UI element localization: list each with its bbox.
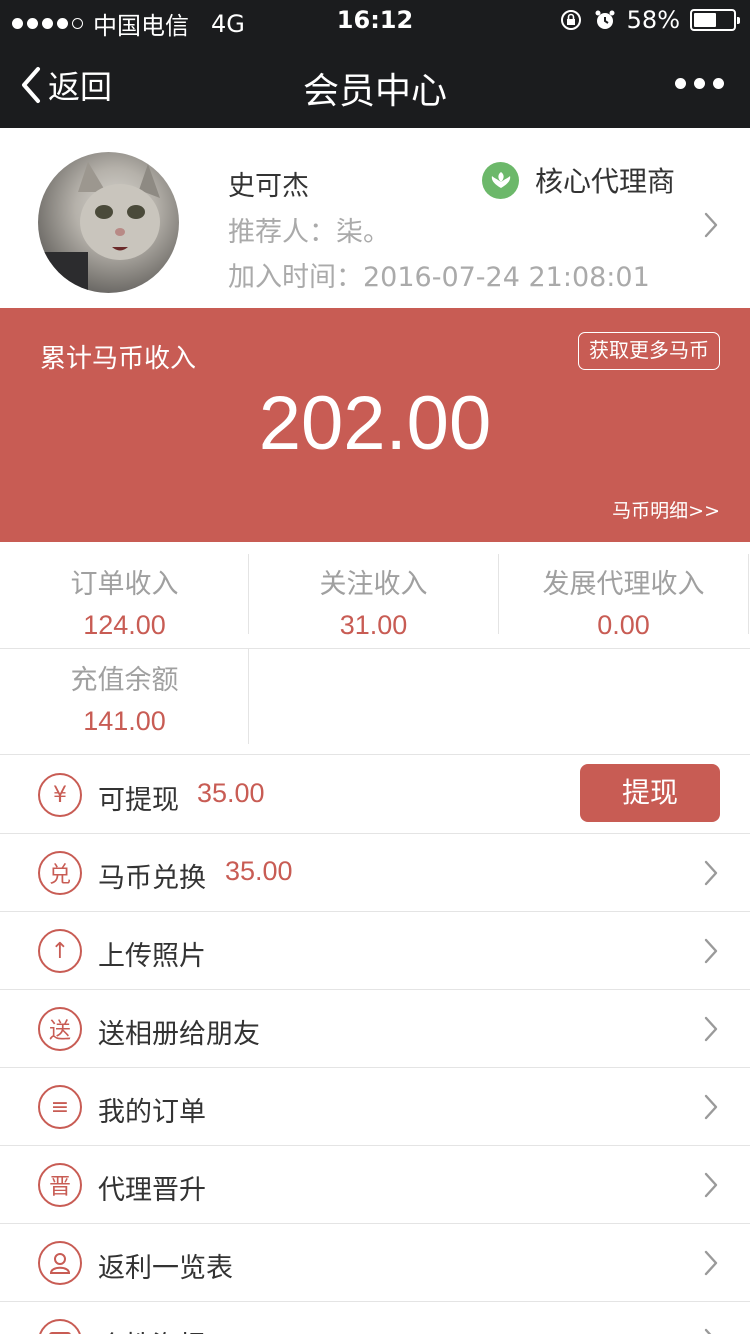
alarm-icon (593, 8, 617, 32)
battery-percent: 58% (626, 6, 680, 34)
chevron-right-icon (704, 860, 718, 891)
level-badge-icon (482, 161, 519, 199)
upload-arrow-icon: ↑ (38, 929, 82, 973)
chevron-right-icon (704, 1172, 718, 1203)
menu-item-coin-exchange[interactable]: 兑 马币兑换 35.00 (0, 834, 750, 912)
page-title: 会员中心 (302, 71, 447, 112)
stat-value: 31.00 (339, 610, 408, 640)
divider (248, 648, 249, 744)
menu-item-upload-photo[interactable]: ↑ 上传照片 (0, 912, 750, 990)
chevron-right-icon (704, 1250, 718, 1281)
nav-bar: 返回 会员中心 (0, 40, 750, 128)
divider (748, 554, 749, 634)
status-bar: 中国电信 4G 16:12 58% (0, 0, 750, 40)
chevron-right-icon (704, 212, 718, 243)
menu-item-label: 我的订单 (98, 1097, 206, 1128)
coin-income-banner: 累计马币收入 获取更多马币 202.00 马币明细>> (0, 308, 750, 542)
divider (248, 554, 249, 634)
order-list-icon: ≡ (38, 1085, 82, 1129)
battery-fill (694, 13, 717, 27)
chevron-right-icon (704, 1094, 718, 1125)
profile-card[interactable]: 史可杰 推荐人：柒。 加入时间：2016-07-24 21:08:01 核心代理… (0, 128, 750, 308)
battery-icon (690, 9, 740, 31)
cat-avatar-image (38, 162, 160, 293)
withdraw-button[interactable]: 提现 (580, 764, 720, 822)
stat-value: 141.00 (83, 706, 166, 736)
avatar (38, 152, 179, 293)
poster-icon (38, 1319, 82, 1334)
menu-item-agent-promotion[interactable]: 晋 代理晋升 (0, 1146, 750, 1224)
stat-recharge-balance: 充值余额 141.00 (0, 638, 249, 736)
get-more-coins-button[interactable]: 获取更多马币 (578, 332, 720, 370)
menu-item-label: 代理晋升 (98, 1175, 206, 1206)
menu-item-poster[interactable]: 个性海报 (0, 1302, 750, 1334)
stat-value: 124.00 (83, 610, 166, 640)
menu-item-send-album[interactable]: 送 送相册给朋友 (0, 990, 750, 1068)
stat-label: 发展代理收入 (542, 569, 705, 600)
exchange-icon: 兑 (38, 851, 82, 895)
more-dots-icon[interactable] (675, 78, 724, 89)
withdraw-amount: 35.00 (197, 778, 265, 808)
user-icon (38, 1241, 82, 1285)
chevron-right-icon (704, 938, 718, 969)
orientation-lock-icon (559, 8, 583, 32)
menu-item-label: 送相册给朋友 (98, 1019, 260, 1050)
stat-agent-income: 发展代理收入 0.00 (499, 542, 748, 640)
chevron-right-icon (704, 1016, 718, 1047)
divider (498, 554, 499, 634)
withdraw-label: 可提现 (98, 785, 179, 816)
income-stats-grid: 订单收入 124.00 关注收入 31.00 发展代理收入 0.00 充值余额 … (0, 542, 750, 755)
chevron-right-icon (704, 1328, 718, 1334)
coin-income-title: 累计马币收入 (40, 344, 197, 374)
stat-label: 充值余额 (70, 665, 179, 696)
menu-item-label: 上传照片 (98, 941, 206, 972)
send-icon: 送 (38, 1007, 82, 1051)
member-level-badge: 核心代理商 (482, 160, 675, 200)
stat-order-income: 订单收入 124.00 (0, 542, 249, 640)
level-label: 核心代理商 (535, 165, 676, 198)
promotion-icon: 晋 (38, 1163, 82, 1207)
menu-item-my-orders[interactable]: ≡ 我的订单 (0, 1068, 750, 1146)
join-time: 加入时间：2016-07-24 21:08:01 (228, 262, 650, 293)
stat-follow-income: 关注收入 31.00 (249, 542, 498, 640)
exchange-amount: 35.00 (225, 856, 293, 886)
withdraw-row: ¥ 可提现 35.00 提现 (0, 756, 750, 834)
member-menu-list: ¥ 可提现 35.00 提现 兑 马币兑换 35.00 ↑ 上传照片 送 送相册… (0, 756, 750, 1334)
yuan-icon: ¥ (38, 773, 82, 817)
menu-item-label: 个性海报 (98, 1324, 206, 1334)
stat-label: 关注收入 (319, 569, 428, 600)
coin-detail-link[interactable]: 马币明细>> (612, 496, 720, 523)
coin-income-amount: 202.00 (258, 381, 492, 466)
referrer-text: 推荐人：柒。 (228, 217, 390, 248)
divider (0, 648, 750, 649)
menu-item-rebate-table[interactable]: 返利一览表 (0, 1224, 750, 1302)
stat-value: 0.00 (597, 610, 650, 640)
menu-item-label: 返利一览表 (98, 1253, 233, 1284)
status-right: 58% (559, 6, 740, 34)
menu-item-label: 马币兑换 (98, 863, 206, 894)
stat-label: 订单收入 (70, 569, 179, 600)
member-name: 史可杰 (228, 171, 309, 202)
